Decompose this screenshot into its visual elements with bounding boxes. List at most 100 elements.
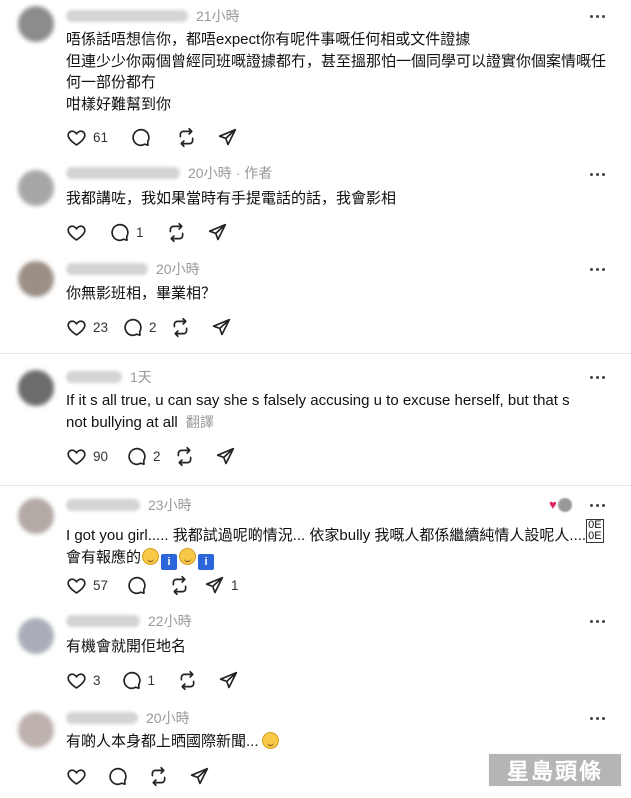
- like-count: 61: [93, 129, 109, 145]
- comment-meta: 22小時: [66, 611, 192, 631]
- smile-emoji-icon: [179, 547, 197, 565]
- comment-line-text: not bullying at all: [66, 413, 178, 431]
- share-button[interactable]: [189, 766, 210, 787]
- more-icon[interactable]: [585, 164, 609, 184]
- comment-text: 唔係話唔想信你，都唔expect你有呢件事嘅任何相或文件證據 但連少少你兩個曾經…: [66, 29, 606, 115]
- action-bar: 3 1: [66, 669, 239, 691]
- like-count: 57: [93, 577, 109, 593]
- reply-button[interactable]: 2: [126, 446, 161, 467]
- comment-icon: [126, 575, 147, 596]
- avatar[interactable]: [18, 170, 54, 206]
- more-icon[interactable]: [585, 708, 609, 728]
- username[interactable]: [66, 371, 122, 383]
- more-icon[interactable]: [585, 495, 609, 515]
- reply-button[interactable]: 1: [121, 670, 155, 691]
- comment-2: 20小時 · 作者 我都講咗，我如果當時有手提電話的話，我會影相 1: [0, 160, 631, 252]
- more-icon[interactable]: [585, 259, 609, 279]
- repost-button[interactable]: [170, 317, 191, 338]
- username[interactable]: [66, 712, 138, 724]
- comment-text: 我都講咗，我如果當時有手提電話的話，我會影相: [66, 188, 396, 210]
- reply-button[interactable]: 2: [122, 317, 157, 338]
- comment-4: 1天 If it s all true, u can say she s fal…: [0, 354, 631, 484]
- like-button[interactable]: 61: [66, 127, 108, 148]
- like-button[interactable]: 23: [66, 317, 108, 338]
- like-button[interactable]: 57: [66, 575, 108, 596]
- timestamp: 21小時: [196, 8, 240, 24]
- like-button[interactable]: [66, 766, 87, 787]
- repost-button[interactable]: [169, 575, 190, 596]
- like-button[interactable]: [66, 222, 87, 243]
- separator: ·: [235, 165, 241, 181]
- share-count: 1: [231, 577, 239, 593]
- reply-button[interactable]: 1: [109, 222, 144, 243]
- comment-icon: [109, 222, 130, 243]
- avatar[interactable]: [18, 6, 54, 42]
- reply-button[interactable]: [126, 575, 147, 596]
- send-icon: [207, 222, 228, 243]
- share-button[interactable]: [215, 446, 236, 467]
- comment-line-text: 會有報應的: [66, 548, 142, 566]
- more-icon[interactable]: [585, 367, 609, 387]
- share-button[interactable]: 1: [204, 575, 239, 596]
- avatar[interactable]: [18, 370, 54, 406]
- username[interactable]: [66, 10, 188, 22]
- reply-button[interactable]: [130, 127, 151, 148]
- repost-button[interactable]: [166, 222, 187, 243]
- send-icon: [211, 317, 232, 338]
- username[interactable]: [66, 499, 140, 511]
- reaction-avatar: [557, 497, 572, 512]
- timestamp: 20小時: [188, 165, 232, 181]
- action-bar: 61: [66, 126, 238, 148]
- username[interactable]: [66, 167, 180, 179]
- grin-emoji-icon: [261, 732, 279, 749]
- avatar[interactable]: [18, 498, 54, 534]
- comment-icon: [121, 670, 142, 691]
- comment-line-text: I got you girl..... 我都試過呢啲情況... 依家bully …: [66, 527, 587, 544]
- avatar[interactable]: [18, 618, 54, 654]
- like-button[interactable]: 90: [66, 446, 108, 467]
- comment-line: 會有報應的 i i: [66, 547, 604, 570]
- share-button[interactable]: [217, 127, 238, 148]
- avatar[interactable]: [18, 261, 54, 297]
- username[interactable]: [66, 615, 140, 627]
- timestamp: 1天: [130, 369, 152, 385]
- comment-meta: 20小時: [66, 708, 190, 728]
- send-icon: [217, 127, 238, 148]
- send-icon: [189, 766, 210, 787]
- comment-line: I got you girl..... 我都試過呢啲情況... 依家bully …: [66, 519, 604, 547]
- more-icon[interactable]: [585, 611, 609, 631]
- like-count: 90: [93, 448, 109, 464]
- more-icon[interactable]: [585, 6, 609, 26]
- heart-icon: [66, 127, 87, 148]
- repost-button[interactable]: [148, 766, 169, 787]
- reply-button[interactable]: [107, 766, 128, 787]
- repost-button[interactable]: [176, 127, 197, 148]
- action-bar: [66, 765, 210, 787]
- comment-text: 你無影班相，畢業相？: [66, 283, 216, 305]
- action-bar: 57 1: [66, 574, 239, 596]
- missing-glyph-icon: 0E 0E: [586, 519, 604, 543]
- comment-5: 23小時 ♥ I got you girl..... 我都試過呢啲情況... 依…: [0, 486, 631, 604]
- translate-link[interactable]: 翻譯: [186, 414, 214, 430]
- avatar[interactable]: [18, 712, 54, 748]
- heart-icon: [66, 446, 87, 467]
- comment-meta: 20小時: [66, 259, 200, 279]
- comment-line: 但連少少你兩個曾經同班嘅證據都冇，甚至搵那怕一個同學可以證實你個案情嘅任: [66, 52, 607, 70]
- comment-line: not bullying at all 翻譯: [66, 412, 570, 434]
- timestamp: 23小時: [148, 497, 192, 513]
- comment-icon: [107, 766, 128, 787]
- comment-text: 有機會就開佢地名: [66, 636, 186, 658]
- share-button[interactable]: [211, 317, 232, 338]
- heart-icon: [66, 222, 87, 243]
- repost-icon: [148, 766, 169, 787]
- heart-reaction-icon: ♥: [549, 497, 557, 512]
- repost-button[interactable]: [177, 670, 198, 691]
- like-button[interactable]: 3: [66, 670, 101, 691]
- share-button[interactable]: [207, 222, 228, 243]
- repost-icon: [169, 575, 190, 596]
- repost-button[interactable]: [174, 446, 195, 467]
- reply-count: 2: [149, 319, 157, 335]
- heart-icon: [66, 766, 87, 787]
- username[interactable]: [66, 263, 148, 275]
- share-button[interactable]: [218, 670, 239, 691]
